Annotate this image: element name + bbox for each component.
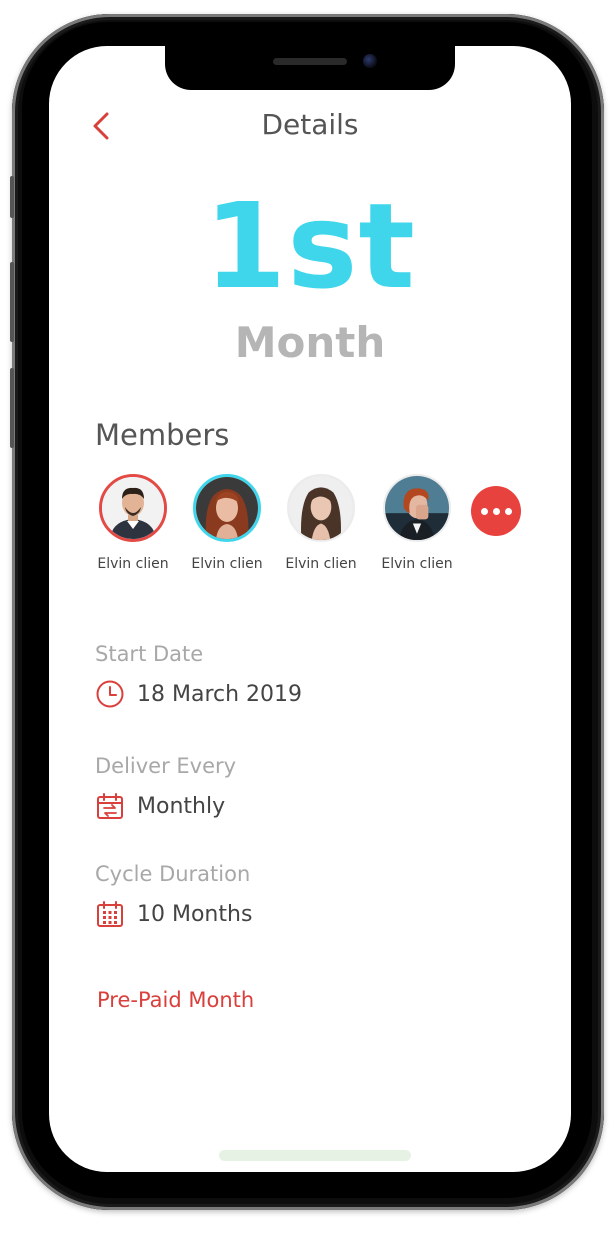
speaker-grille: [273, 58, 347, 65]
app-screen: Details 1st Month Members Elvin clien El…: [49, 46, 571, 1172]
member-item[interactable]: Elvin clien: [85, 474, 181, 572]
side-button-volume-down: [10, 368, 14, 448]
member-item[interactable]: Elvin clien: [273, 474, 369, 572]
clock-icon: [96, 680, 124, 708]
avatar-photo: [289, 476, 353, 540]
side-button-mute: [10, 176, 14, 218]
cycle-duration-label: Cycle Duration: [95, 862, 251, 886]
avatar-photo: [385, 476, 449, 540]
member-item[interactable]: Elvin clien: [369, 474, 465, 572]
month-ordinal: 1st: [204, 177, 416, 315]
deliver-every-value: Monthly: [137, 793, 226, 819]
month-label: Month: [234, 318, 386, 367]
avatar: [287, 474, 355, 542]
page-title: Details: [261, 108, 359, 141]
start-date-label: Start Date: [95, 642, 204, 666]
more-dots-icon: [480, 507, 488, 515]
member-item[interactable]: Elvin clien: [179, 474, 275, 572]
avatar: [193, 474, 261, 542]
home-indicator[interactable]: [219, 1150, 411, 1161]
members-heading: Members: [95, 418, 230, 452]
avatar-photo: [102, 477, 164, 539]
avatar: [99, 474, 167, 542]
start-date-row: 18 March 2019: [95, 678, 302, 710]
more-members-button[interactable]: [471, 486, 521, 536]
start-date-value: 18 March 2019: [137, 681, 303, 707]
cycle-duration-row: 10 Months: [95, 898, 252, 930]
deliver-every-row: Monthly: [95, 790, 225, 822]
calendar-grid-icon: [97, 901, 123, 927]
member-name: Elvin clien: [97, 556, 169, 572]
avatar: [383, 474, 451, 542]
cycle-duration-value: 10 Months: [137, 901, 253, 927]
calendar-repeat-icon: [97, 793, 123, 819]
member-name: Elvin clien: [381, 556, 453, 572]
front-camera: [363, 54, 377, 68]
member-name: Elvin clien: [285, 556, 357, 572]
avatar-photo: [196, 477, 258, 539]
member-name: Elvin clien: [191, 556, 263, 572]
pre-paid-month-link[interactable]: Pre-Paid Month: [97, 988, 254, 1012]
deliver-every-label: Deliver Every: [95, 754, 237, 778]
side-button-volume-up: [10, 262, 14, 342]
more-dots-icon: [504, 507, 512, 515]
more-dots-icon: [492, 507, 500, 515]
notch: [165, 46, 455, 90]
